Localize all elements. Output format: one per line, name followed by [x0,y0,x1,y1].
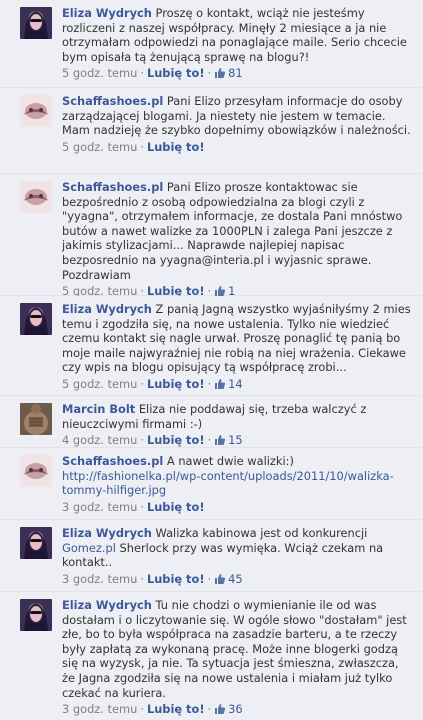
comment-time[interactable]: 4 godz. temu [62,433,137,447]
like-count[interactable]: 36 [228,702,243,716]
like-count[interactable]: 14 [228,377,243,391]
like-count[interactable]: 45 [228,572,243,586]
avatar[interactable] [20,403,52,435]
thumbs-up-icon [214,703,226,719]
comment-item: Schaffashoes.pl A nawet dwie walizki:) h… [0,448,423,520]
avatar[interactable] [20,95,52,127]
comment-text: Pani Elizo prosze kontaktowac sie bezpoś… [62,180,403,282]
comment-meta: 5 godz. temu · Lubię to! · 14 [62,377,413,394]
avatar[interactable] [20,181,52,213]
comment-meta: 3 godz. temu · Lubię to! · 45 [62,572,413,589]
comment-meta: 3 godz. temu · Lubię to! [62,499,205,514]
avatar[interactable] [20,303,52,335]
comment-author[interactable]: Schaffashoes.pl [62,180,163,194]
comment-author[interactable]: Marcin Bolt [62,402,135,416]
comment-item: Eliza Wydrych Z panią Jagną wszystko wyj… [0,296,423,396]
like-button[interactable]: Lubię to! [147,433,205,447]
comment-author[interactable]: Schaffashoes.pl [62,94,163,108]
comment-item: Marcin Bolt Eliza nie poddawaj się, trze… [0,396,423,448]
avatar[interactable] [20,7,52,39]
thumbs-up-icon [214,378,226,394]
comment-text: Tu nie chodzi o wymienianie ile od was d… [62,598,407,700]
comment-author[interactable]: Eliza Wydrych [62,526,152,540]
avatar[interactable] [20,599,52,631]
comment-item: Schaffashoes.pl Pani Elizo prosze kontak… [0,174,423,298]
like-count[interactable]: 81 [228,66,243,80]
comment-meta: 5 godz. temu · Lubię to! [62,139,205,154]
like-button[interactable]: Lubię to! [147,500,205,514]
thumbs-up-icon [214,573,226,589]
comment-item: Eliza Wydrych Walizka kabinowa jest od k… [0,520,423,592]
like-button[interactable]: Lubię to! [147,377,205,391]
comment-feed: Eliza Wydrych Proszę o kontakt, wciąż ni… [0,0,423,720]
thumbs-up-icon [214,67,226,83]
comment-text: Walizka kabinowa jest od konkurencji [155,526,368,540]
comment-text: A nawet dwie walizki:) [166,454,294,468]
like-button[interactable]: Lubię to! [147,572,205,586]
like-button[interactable]: Lubię to! [147,66,205,80]
comment-item: Eliza Wydrych Tu nie chodzi o wymieniani… [0,592,423,720]
comment-link[interactable]: http://fashionelka.pl/wp-content/uploads… [62,469,394,498]
comment-time[interactable]: 3 godz. temu [62,500,137,514]
like-button[interactable]: Lubię to! [147,702,205,716]
comment-time[interactable]: 5 godz. temu [62,377,137,391]
comment-item: Eliza Wydrych Proszę o kontakt, wciąż ni… [0,0,423,88]
comment-time[interactable]: 5 godz. temu [62,66,137,80]
avatar[interactable] [20,527,52,559]
comment-author[interactable]: Schaffashoes.pl [62,454,163,468]
comment-author[interactable]: Eliza Wydrych [62,598,152,612]
mention-link[interactable]: Gomez.pl [62,541,116,555]
comment-time[interactable]: 3 godz. temu [62,702,137,716]
comment-meta: 5 godz. temu · Lubię to! · 81 [62,66,413,83]
avatar[interactable] [20,455,52,487]
comment-meta: 3 godz. temu · Lubię to! · 36 [62,702,413,719]
comment-time[interactable]: 3 godz. temu [62,572,137,586]
like-button[interactable]: Lubię to! [147,140,205,154]
comment-author[interactable]: Eliza Wydrych [62,302,152,316]
comment-item: Schaffashoes.pl Pani Elizo przesyłam inf… [0,88,423,174]
comment-time[interactable]: 5 godz. temu [62,140,137,154]
comment-author[interactable]: Eliza Wydrych [62,6,152,20]
like-count[interactable]: 15 [228,433,243,447]
